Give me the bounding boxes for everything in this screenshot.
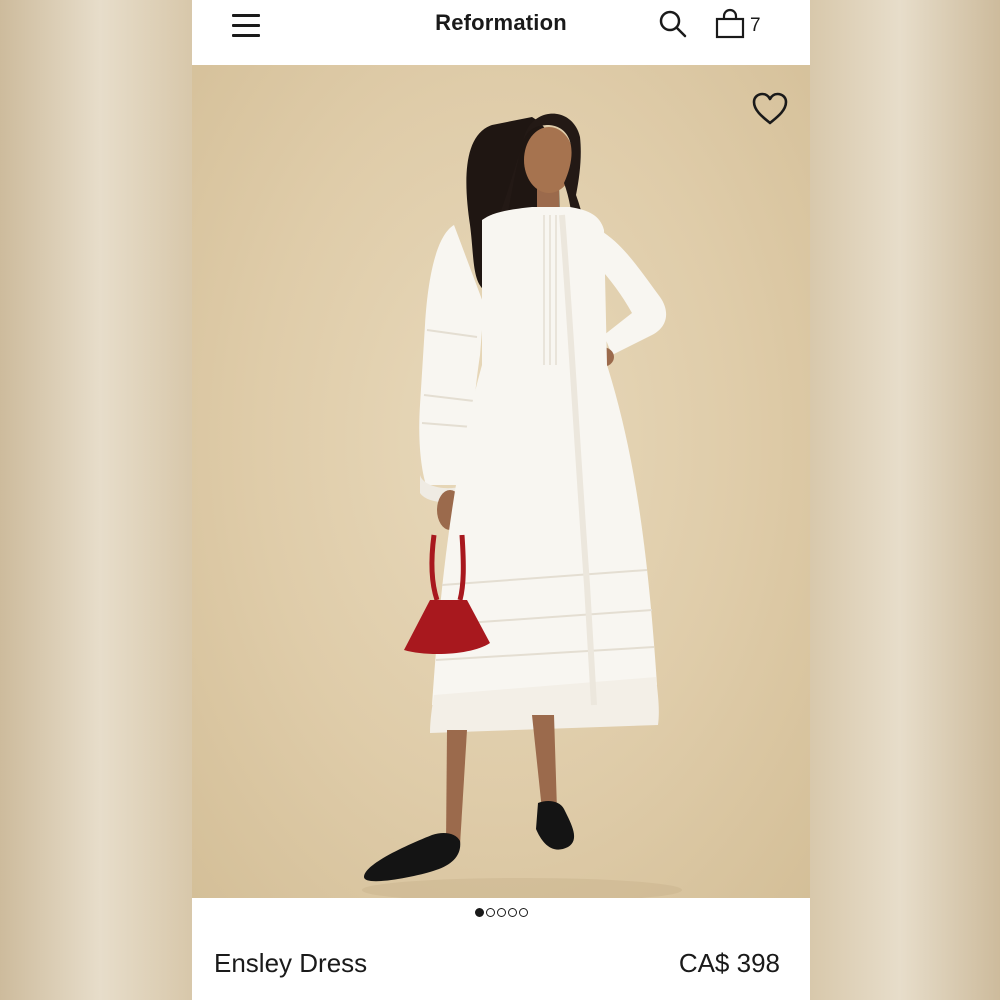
top-nav: Reformation 7 xyxy=(192,0,810,65)
product-page: Reformation 7 Ensley Dress CA$ 398 xyxy=(192,0,810,1000)
carousel-pagination xyxy=(192,908,810,917)
shopping-bag-icon[interactable] xyxy=(714,8,746,40)
product-price: CA$ 398 xyxy=(678,948,780,978)
carousel-dot[interactable] xyxy=(485,908,495,917)
model-photo xyxy=(362,113,682,898)
product-image[interactable] xyxy=(192,65,810,898)
carousel-dot-active[interactable] xyxy=(474,908,484,917)
product-name: Ensley Dress xyxy=(214,948,368,978)
search-icon[interactable] xyxy=(657,8,689,40)
bag-count-badge[interactable]: 7 xyxy=(750,15,761,37)
carousel-dot[interactable] xyxy=(496,908,506,917)
heart-icon[interactable] xyxy=(750,89,790,129)
carousel-dot[interactable] xyxy=(518,908,528,917)
carousel-dot[interactable] xyxy=(507,908,517,917)
